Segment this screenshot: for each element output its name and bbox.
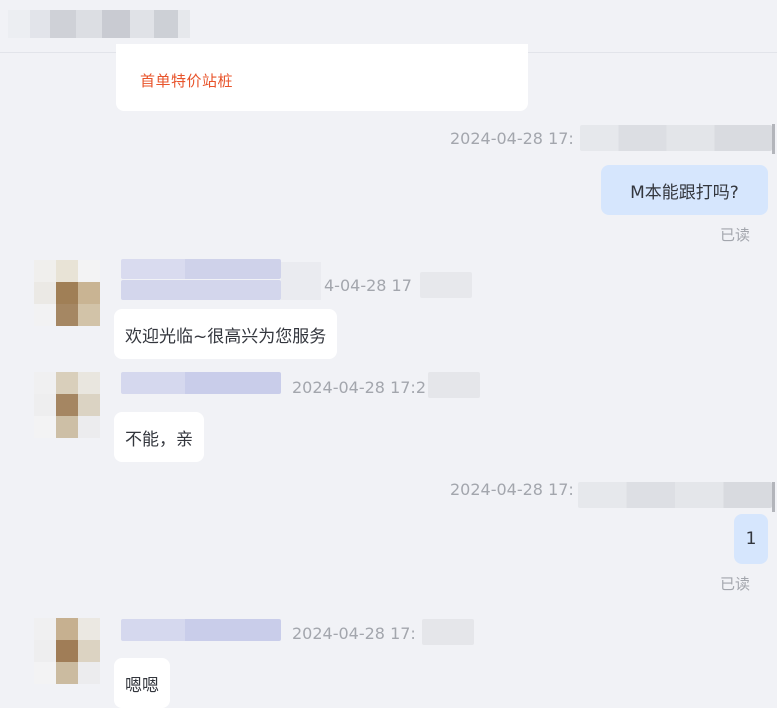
blurred-sender-name [121,619,281,641]
message-timestamp: 2024-04-28 17:2 [292,378,426,397]
blurred-contact-name [8,10,190,38]
message-text: 嗯嗯 [125,675,159,696]
read-status: 已读 [720,575,751,593]
blurred-timestamp [580,125,772,151]
blurred-sender-name [121,280,281,300]
message-bubble[interactable]: 1 [734,514,768,564]
message-bubble[interactable]: 嗯嗯 [114,658,170,708]
blurred-timestamp [578,482,772,508]
message-timestamp: 2024-04-28 17: [292,624,416,643]
avatar[interactable] [34,260,100,326]
read-status: 已读 [720,226,751,244]
message-text: 1 [745,529,757,549]
message-text: 欢迎光临~很高兴为您服务 [125,326,327,347]
message-timestamp: 2024-04-28 17: [450,480,574,499]
blurred-sender-name [121,372,281,394]
message-text: M本能跟打吗? [630,182,739,203]
message-timestamp: 2024-04-28 17: [450,129,574,148]
blurred-timestamp [428,372,480,398]
avatar[interactable] [34,372,100,438]
product-link[interactable]: 首单特价站桩 [140,70,233,91]
blurred-sender-name [121,259,281,279]
message-bubble[interactable]: M本能跟打吗? [601,165,768,215]
blurred-timestamp [420,272,472,298]
product-card[interactable]: 首单特价站桩 [116,44,528,111]
blurred-timestamp [422,619,474,645]
message-timestamp: 4-04-28 17 [324,276,412,295]
message-bubble[interactable]: 不能，亲 [114,412,204,462]
message-bubble[interactable]: 欢迎光临~很高兴为您服务 [114,309,338,359]
message-text: 不能，亲 [125,429,193,450]
avatar[interactable] [34,618,100,684]
